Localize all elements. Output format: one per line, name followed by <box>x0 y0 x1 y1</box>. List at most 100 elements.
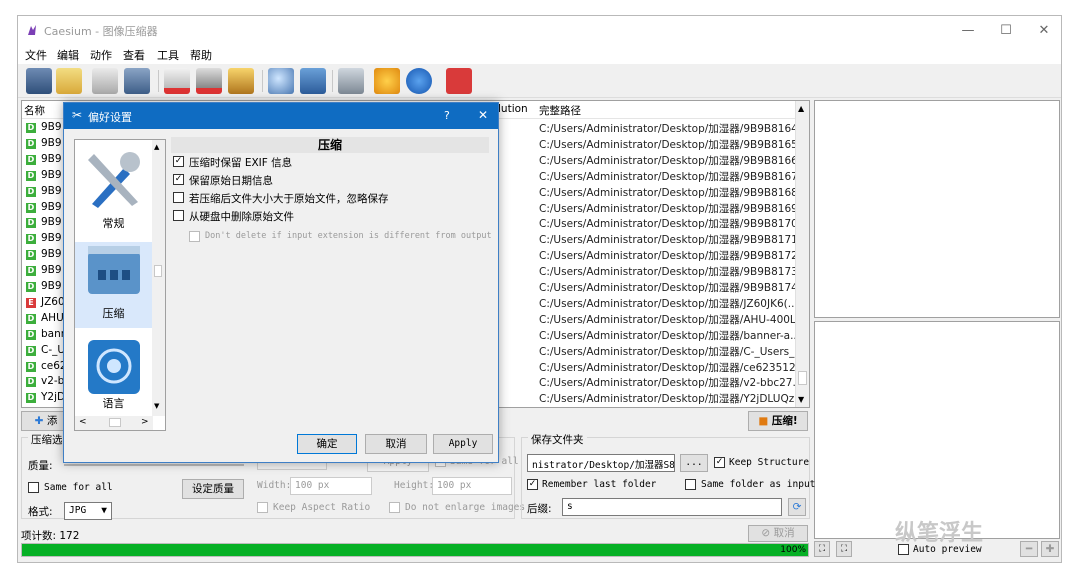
row-path: C:/Users/Administrator/Desktop/加湿器/v2-bb… <box>539 377 799 390</box>
header-name[interactable]: 名称 <box>24 103 45 118</box>
keep-date-checkbox[interactable]: ✓ <box>173 174 184 185</box>
save-icon[interactable] <box>92 68 118 94</box>
scroll-up-icon[interactable]: ▲ <box>798 104 804 113</box>
skip-larger-checkbox[interactable] <box>173 192 184 203</box>
suffix-input[interactable]: s <box>562 498 782 516</box>
remember-last-checkbox[interactable]: ✓ <box>527 479 538 490</box>
power-icon[interactable] <box>446 68 472 94</box>
nav-item-language[interactable]: 语言 <box>75 336 152 416</box>
info-icon[interactable] <box>406 68 432 94</box>
row-name: AHU <box>41 311 64 324</box>
format-label: 格式: <box>28 506 53 518</box>
window-title: Caesium - 图像压缩器 <box>44 25 158 38</box>
same-for-all-checkbox[interactable] <box>28 482 39 493</box>
scroll-up-icon[interactable]: ▲ <box>154 143 159 151</box>
output-folder-input[interactable]: nistrator/Desktop/加湿器S80% <box>527 454 675 472</box>
done-status-icon: D <box>26 282 36 292</box>
clear-list-icon[interactable] <box>196 68 222 94</box>
row-path: C:/Users/Administrator/Desktop/加湿器/9B9B8… <box>539 266 799 279</box>
done-status-icon: D <box>26 234 36 245</box>
set-quality-button[interactable]: 设定质量 <box>182 479 244 499</box>
keep-structure-checkbox[interactable]: ✓ <box>714 457 725 468</box>
row-name: 9B9 <box>41 168 62 181</box>
same-folder-checkbox[interactable] <box>685 479 696 490</box>
height-input[interactable]: 100 px <box>432 477 512 495</box>
dialog-close-button[interactable]: ✕ <box>478 108 488 122</box>
width-input[interactable]: 100 px <box>290 477 372 495</box>
done-status-icon: D <box>26 250 36 261</box>
preview-image-icon[interactable] <box>300 68 326 94</box>
menu-tools[interactable]: 工具 <box>157 47 179 63</box>
cancel-compress-button[interactable]: ⊘ 取消 <box>748 525 808 542</box>
menu-action[interactable]: 动作 <box>90 47 112 63</box>
nav-hscroll-thumb[interactable] <box>109 418 121 427</box>
delete-original-checkbox[interactable] <box>173 210 184 221</box>
done-status-icon: D <box>26 138 36 149</box>
scroll-right-icon[interactable]: > <box>141 417 149 427</box>
scroll-down-icon[interactable]: ▼ <box>154 402 159 410</box>
header-resolution[interactable]: lution <box>498 103 528 115</box>
header-path[interactable]: 完整路径 <box>539 103 581 118</box>
scroll-left-icon[interactable]: < <box>79 417 87 427</box>
row-name: 9B9 <box>41 184 62 197</box>
section-title: 压缩 <box>171 137 489 153</box>
fit-icon[interactable]: ⛶ <box>814 541 830 557</box>
compressed-preview <box>814 321 1060 539</box>
nav-scrollbar[interactable]: ▲ ▼ <box>152 140 165 416</box>
settings-icon[interactable] <box>374 68 400 94</box>
dont-delete-ext-checkbox[interactable] <box>189 231 200 242</box>
output-group-title: 保存文件夹 <box>528 432 587 447</box>
title-bar: Caesium - 图像压缩器 — ☐ ✕ <box>18 16 1061 46</box>
nav-hscrollbar[interactable]: < > <box>75 416 153 430</box>
nav-item-general[interactable]: 常规 <box>75 148 152 238</box>
zoom-in-icon[interactable]: ✚ <box>1041 541 1059 557</box>
tools-icon <box>87 152 140 208</box>
search-icon[interactable] <box>268 68 294 94</box>
menu-edit[interactable]: 编辑 <box>57 47 79 63</box>
compress-button[interactable]: ■ 压缩! <box>748 411 808 431</box>
tools-icon[interactable] <box>338 68 364 94</box>
keep-exif-checkbox[interactable]: ✓ <box>173 156 184 167</box>
scroll-down-icon[interactable]: ▼ <box>798 395 804 404</box>
scroll-thumb[interactable] <box>798 371 807 385</box>
row-path: C:/Users/Administrator/Desktop/加湿器/9B9B8… <box>539 123 799 135</box>
remove-item-icon[interactable] <box>164 68 190 94</box>
maximize-button[interactable]: ☐ <box>988 20 1024 42</box>
refresh-icon[interactable]: ⟳ <box>788 498 806 516</box>
list-scrollbar[interactable]: ▲ ▼ <box>795 101 809 407</box>
quality-slider[interactable] <box>64 464 244 466</box>
app-icon <box>28 25 36 35</box>
same-folder-label: Same folder as input <box>701 479 816 490</box>
ok-button[interactable]: 确定 <box>297 434 357 454</box>
menu-view[interactable]: 查看 <box>123 47 145 63</box>
browse-button[interactable]: ... <box>680 454 708 472</box>
menu-bar: 文件 编辑 动作 查看 工具 帮助 <box>18 46 1061 64</box>
row-name: C-_U <box>41 343 66 356</box>
save-as-icon[interactable] <box>124 68 150 94</box>
dialog-cancel-button[interactable]: 取消 <box>365 434 427 454</box>
dont-delete-ext-label: Don't delete if input extension is diffe… <box>205 231 492 241</box>
row-name: 9B9 <box>41 121 62 133</box>
minimize-button[interactable]: — <box>950 20 986 42</box>
nav-item-compression[interactable]: 压缩 <box>75 242 152 328</box>
open-folder-icon[interactable] <box>26 68 52 94</box>
height-label: Height: <box>394 480 435 491</box>
tools-icon: ✂ <box>72 108 83 122</box>
menu-file[interactable]: 文件 <box>25 47 47 63</box>
close-window-button[interactable]: ✕ <box>1026 20 1062 42</box>
compression-group-title: 压缩选 <box>28 432 66 447</box>
no-enlarge-checkbox[interactable] <box>389 502 400 513</box>
compression-icon <box>87 246 140 294</box>
zoom-out-icon[interactable]: ━ <box>1020 541 1038 557</box>
broom-icon[interactable] <box>228 68 254 94</box>
help-button[interactable]: ? <box>444 109 450 122</box>
new-folder-icon[interactable] <box>56 68 82 94</box>
no-enlarge-label: Do not enlarge images <box>405 502 526 513</box>
format-select[interactable]: JPG ▼ <box>64 502 112 520</box>
dialog-apply-button[interactable]: Apply <box>433 434 493 454</box>
keep-aspect-checkbox[interactable] <box>257 502 268 513</box>
nav-scroll-thumb[interactable] <box>154 265 162 277</box>
progress-bar: 100% <box>21 543 809 557</box>
zoom-icon[interactable]: ⛶ <box>836 541 852 557</box>
menu-help[interactable]: 帮助 <box>190 47 212 63</box>
